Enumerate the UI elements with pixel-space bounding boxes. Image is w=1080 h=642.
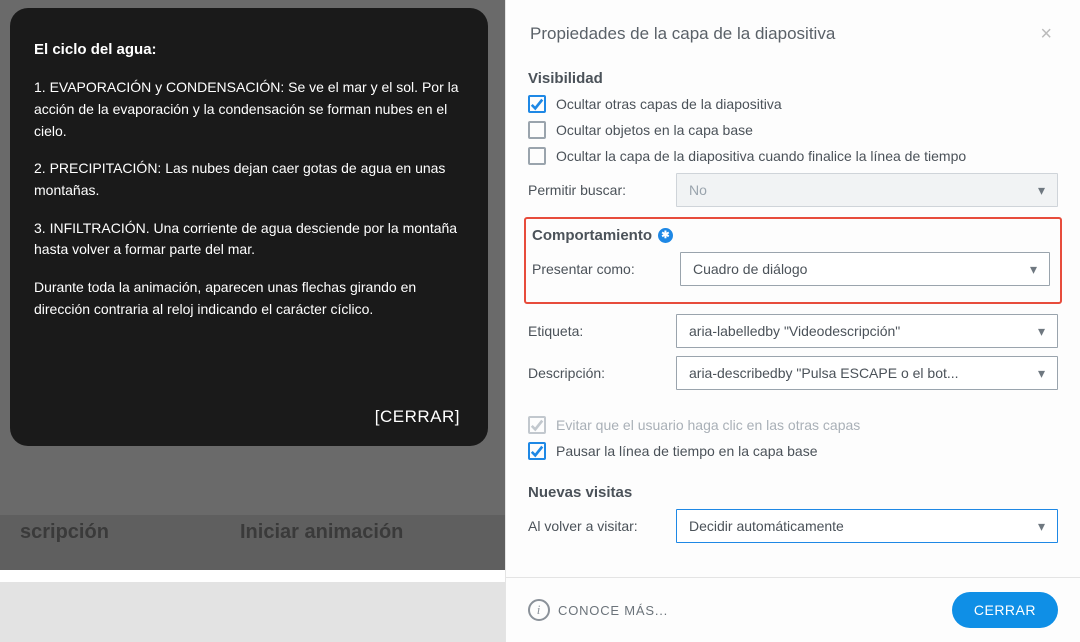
select-aria-description[interactable]: aria-describedby "Pulsa ESCAPE o el bot.… — [676, 356, 1058, 390]
panel-close-icon[interactable]: × — [1040, 24, 1052, 44]
chevron-down-icon: ▾ — [1030, 261, 1037, 278]
select-value: Decidir automáticamente — [689, 518, 844, 534]
field-label: Descripción: — [528, 365, 658, 381]
panel-footer: i CONOCE MÁS... CERRAR — [506, 577, 1080, 642]
layer-properties-panel: Propiedades de la capa de la diapositiva… — [505, 0, 1080, 642]
field-description-aria: Descripción: aria-describedby "Pulsa ESC… — [528, 356, 1058, 390]
overlay-title: El ciclo del agua: — [34, 38, 464, 61]
visibility-heading: Visibilidad — [528, 70, 1058, 87]
learn-more-label: CONOCE MÁS... — [558, 603, 668, 618]
chk-hide-base-objects[interactable]: Ocultar objetos en la capa base — [528, 121, 1058, 139]
behavior-heading-text: Comportamiento — [532, 227, 652, 244]
chk-hide-on-timeline-end[interactable]: Ocultar la capa de la diapositiva cuando… — [528, 147, 1058, 165]
chk-hide-other-layers[interactable]: Ocultar otras capas de la diapositiva — [528, 95, 1058, 113]
ghost-button-start-animation: Iniciar animación — [240, 521, 403, 544]
close-button[interactable]: CERRAR — [952, 592, 1058, 628]
ghost-button-description: scripción — [20, 521, 109, 544]
panel-body: Visibilidad Ocultar otras capas de la di… — [506, 68, 1080, 577]
chk-label: Pausar la línea de tiempo en la capa bas… — [556, 443, 818, 459]
overlay-p2: 2. PRECIPITACIÓN: Las nubes dejan caer g… — [34, 158, 464, 201]
description-overlay: El ciclo del agua: 1. EVAPORACIÓN y COND… — [10, 8, 488, 446]
chk-prevent-click: Evitar que el usuario haga clic en las o… — [528, 416, 1058, 434]
overlay-p3: 3. INFILTRACIÓN. Una corriente de agua d… — [34, 218, 464, 261]
info-icon: i — [528, 599, 550, 621]
select-value: aria-describedby "Pulsa ESCAPE o el bot.… — [689, 365, 959, 381]
checkbox-icon — [528, 95, 546, 113]
chevron-down-icon: ▾ — [1038, 182, 1045, 199]
panel-header: Propiedades de la capa de la diapositiva… — [506, 0, 1080, 68]
field-on-revisit: Al volver a visitar: Decidir automáticam… — [528, 509, 1058, 543]
field-label: Permitir buscar: — [528, 182, 658, 198]
chk-pause-base-timeline[interactable]: Pausar la línea de tiempo en la capa bas… — [528, 442, 1058, 460]
chk-label: Ocultar objetos en la capa base — [556, 122, 753, 138]
behavior-heading: Comportamiento ✱ — [532, 227, 1050, 244]
revisit-heading: Nuevas visitas — [528, 484, 1058, 501]
select-value: No — [689, 182, 707, 198]
field-present-as: Presentar como: Cuadro de diálogo ▾ — [532, 252, 1050, 286]
checkbox-icon — [528, 416, 546, 434]
field-label: Al volver a visitar: — [528, 518, 658, 534]
field-label: Presentar como: — [532, 261, 662, 277]
field-allow-search: Permitir buscar: No ▾ — [528, 173, 1058, 207]
chevron-down-icon: ▾ — [1038, 365, 1045, 382]
accessibility-icon: ✱ — [658, 228, 673, 243]
checkbox-icon — [528, 121, 546, 139]
overlay-p4: Durante toda la animación, aparecen unas… — [34, 277, 464, 320]
select-value: aria-labelledby "Videodescripción" — [689, 323, 900, 339]
select-present-as[interactable]: Cuadro de diálogo ▾ — [680, 252, 1050, 286]
chevron-down-icon: ▾ — [1038, 323, 1045, 340]
overlay-close-button[interactable]: [CERRAR] — [375, 404, 460, 430]
checkbox-icon — [528, 147, 546, 165]
learn-more-link[interactable]: i CONOCE MÁS... — [528, 599, 668, 621]
checkbox-icon — [528, 442, 546, 460]
chevron-down-icon: ▾ — [1038, 518, 1045, 535]
chk-label: Ocultar otras capas de la diapositiva — [556, 96, 782, 112]
select-on-revisit[interactable]: Decidir automáticamente ▾ — [676, 509, 1058, 543]
overlay-p1: 1. EVAPORACIÓN y CONDENSACIÓN: Se ve el … — [34, 77, 464, 142]
select-allow-search[interactable]: No ▾ — [676, 173, 1058, 207]
field-label-aria: Etiqueta: aria-labelledby "Videodescripc… — [528, 314, 1058, 348]
select-aria-label[interactable]: aria-labelledby "Videodescripción" ▾ — [676, 314, 1058, 348]
canvas-footer-divider — [0, 570, 505, 582]
chk-label: Evitar que el usuario haga clic en las o… — [556, 417, 860, 433]
select-value: Cuadro de diálogo — [693, 261, 807, 277]
chk-label: Ocultar la capa de la diapositiva cuando… — [556, 148, 966, 164]
panel-title: Propiedades de la capa de la diapositiva — [530, 24, 835, 44]
field-label: Etiqueta: — [528, 323, 658, 339]
behavior-highlight-box: Comportamiento ✱ Presentar como: Cuadro … — [524, 217, 1062, 304]
left-canvas: El ciclo del agua: 1. EVAPORACIÓN y COND… — [0, 0, 505, 642]
